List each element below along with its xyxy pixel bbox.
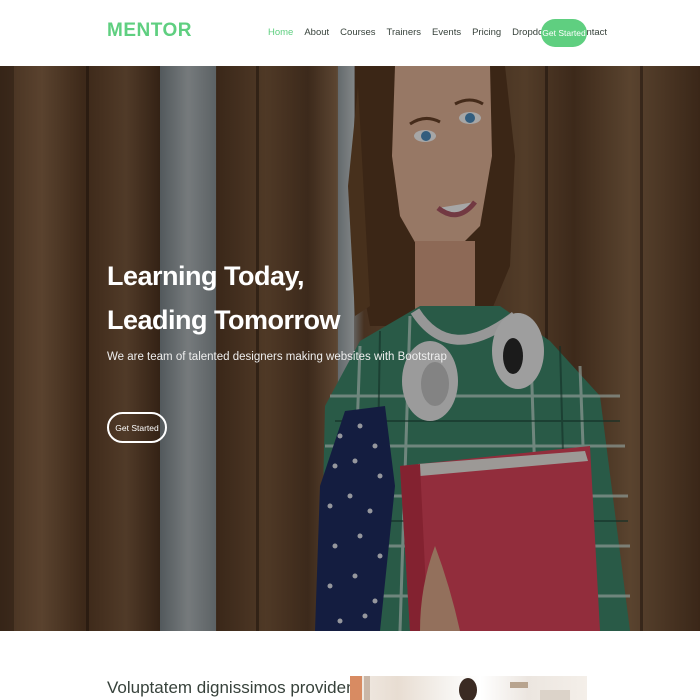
hero-subtitle: We are team of talented designers making… xyxy=(107,351,447,363)
nav-item-courses[interactable]: Courses xyxy=(340,27,375,38)
about-photo-art xyxy=(350,676,570,700)
hero-section: Learning Today, Leading Tomorrow We are … xyxy=(0,66,700,631)
nav-item-trainers[interactable]: Trainers xyxy=(387,27,422,38)
nav-item-events[interactable]: Events xyxy=(432,27,461,38)
about-image xyxy=(350,676,587,700)
site-header: MENTOR Home About Courses Trainers Event… xyxy=(0,0,700,66)
hero-overlay xyxy=(0,66,700,631)
nav-item-about[interactable]: About xyxy=(304,27,329,38)
hero-get-started-button[interactable]: Get Started xyxy=(107,412,167,443)
hero-title: Learning Today, Leading Tomorrow xyxy=(107,254,341,342)
nav-item-pricing[interactable]: Pricing xyxy=(472,27,501,38)
hero-title-line-2: Leading Tomorrow xyxy=(107,305,341,335)
nav-item-home[interactable]: Home xyxy=(268,27,293,38)
hero-title-line-1: Learning Today, xyxy=(107,261,305,291)
get-started-button[interactable]: Get Started xyxy=(541,19,587,47)
site-logo[interactable]: MENTOR xyxy=(107,20,192,42)
